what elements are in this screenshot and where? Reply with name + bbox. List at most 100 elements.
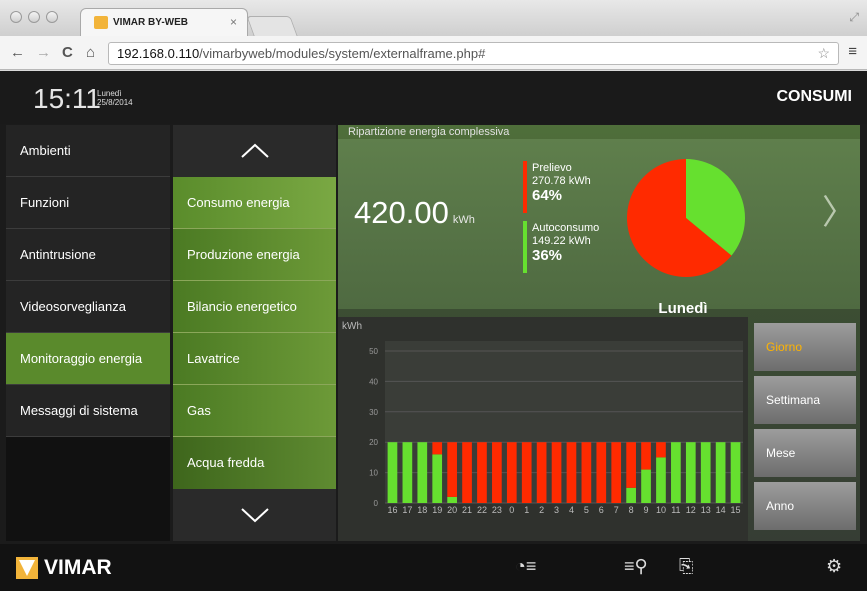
menu-item-ambienti[interactable]: Ambienti [6, 125, 170, 177]
x-tick-label: 0 [509, 505, 514, 515]
bar-prelievo [432, 442, 443, 455]
prelievo-percent: 64% [532, 187, 563, 204]
menu-item-monitoraggio-energia[interactable]: Monitoraggio energia [6, 333, 170, 385]
submenu-item-consumo-energia[interactable]: Consumo energia [173, 177, 336, 229]
bar-prelievo [626, 442, 636, 488]
scroll-down-button[interactable] [173, 489, 336, 541]
settings-gear-icon[interactable]: ⚙ [826, 556, 842, 577]
bar-prelievo [641, 442, 651, 470]
forward-arrow-icon[interactable]: → [36, 44, 51, 61]
x-tick-label: 17 [402, 505, 412, 515]
submenu-item-acqua-fredda[interactable]: Acqua fredda [173, 437, 336, 489]
export-icon[interactable]: ⎘ [679, 556, 693, 577]
x-tick-label: 9 [644, 505, 649, 515]
bar-prelievo [656, 442, 666, 458]
bar-prelievo [462, 442, 472, 503]
section-title: CONSUMI [776, 88, 852, 105]
legend-prelievo: Prelievo 270.78 kWh 64% [523, 161, 623, 213]
window-minimize-button[interactable] [28, 11, 40, 23]
vimar-favicon-icon [94, 16, 108, 29]
menu-item-videosorveglianza[interactable]: Videosorveglianza [6, 281, 170, 333]
x-tick-label: 18 [417, 505, 427, 515]
new-tab-button[interactable] [246, 16, 298, 36]
menu-item-antintrusione[interactable]: Antintrusione [6, 229, 170, 281]
chevron-up-icon [240, 143, 269, 158]
total-value: 420.00 [354, 195, 449, 230]
panel-title: Ripartizione energia complessiva [348, 126, 510, 138]
x-tick-label: 12 [686, 505, 696, 515]
prelievo-value: 270.78 kWh [532, 175, 591, 187]
bar-prelievo [492, 442, 502, 503]
submenu-item-bilancio-energetico[interactable]: Bilancio energetico [173, 281, 336, 333]
bar-prelievo [611, 442, 622, 503]
x-tick-label: 6 [599, 505, 604, 515]
vimar-app: 15:11 Lunedì 25/8/2014 CONSUMI Ambienti … [0, 71, 867, 591]
scroll-up-button[interactable] [173, 125, 336, 177]
period-giorno-button[interactable]: Giorno [754, 323, 856, 371]
period-selector: Giorno Settimana Mese Anno [754, 323, 856, 535]
prelievo-color-bar [523, 161, 527, 213]
home-icon[interactable]: ⌂ [86, 44, 95, 61]
window-close-button[interactable] [10, 11, 22, 23]
bar-autoconsumo [700, 442, 711, 503]
x-tick-label: 22 [477, 505, 487, 515]
period-anno-button[interactable]: Anno [754, 482, 856, 530]
tab-title: VIMAR BY-WEB [113, 17, 188, 28]
next-page-arrow-icon[interactable]: 〉 [822, 185, 856, 234]
submenu-item-produzione-energia[interactable]: Produzione energia [173, 229, 336, 281]
fullscreen-icon[interactable]: ⤢ [849, 10, 859, 25]
address-bar[interactable]: 192.168.0.110/vimarbyweb/modules/system/… [108, 42, 839, 65]
menu-item-funzioni[interactable]: Funzioni [6, 177, 170, 229]
chevron-down-icon [240, 508, 269, 523]
submenu-item-gas[interactable]: Gas [173, 385, 336, 437]
x-tick-label: 3 [554, 505, 559, 515]
bar-prelievo [477, 442, 487, 503]
bar-prelievo [551, 442, 562, 503]
x-tick-label: 13 [701, 505, 711, 515]
search-list-icon[interactable]: ≡⚲ [624, 556, 648, 577]
bookmark-star-icon[interactable]: ☆ [817, 45, 830, 62]
app-footer: VIMAR ◔≡ ≡⚲ ⎘ ⚙ [0, 544, 867, 591]
back-arrow-icon[interactable]: ← [10, 44, 25, 61]
y-tick-label: 0 [374, 499, 379, 508]
hourly-consumption-chart: kWh0102030405016 17 18 19 20 21 22 23 0 1 2 3 4 5 6 7 8 9… [342, 321, 743, 515]
sub-menu: Consumo energia Produzione energia Bilan… [173, 125, 336, 541]
submenu-item-lavatrice[interactable]: Lavatrice [173, 333, 336, 385]
bar-autoconsumo [447, 496, 457, 503]
browser-menu-icon[interactable]: ≡ [848, 43, 857, 60]
period-settimana-button[interactable]: Settimana [754, 376, 856, 424]
window-zoom-button[interactable] [46, 11, 58, 23]
y-tick-label: 40 [369, 377, 378, 386]
period-mese-button[interactable]: Mese [754, 429, 856, 477]
energy-meter-icon[interactable]: ◔≡ [515, 556, 536, 577]
y-tick-label: 30 [369, 408, 378, 417]
bar-prelievo [596, 442, 607, 503]
y-axis-label: kWh [342, 321, 362, 332]
x-tick-label: 23 [492, 505, 502, 515]
browser-tab-strip: VIMAR BY-WEB × ⤢ [0, 0, 867, 36]
x-tick-label: 11 [671, 505, 680, 515]
bar-prelievo [536, 442, 547, 503]
chart-area: kWh 0 10 20 30 40 50 16 17 18 19 20 21 22 23 0 1 2 3 4 5 6 7 8 9… [338, 317, 748, 541]
day-label: Lunedì [658, 300, 708, 317]
tab-close-icon[interactable]: × [230, 15, 237, 29]
bar-autoconsumo [671, 442, 681, 503]
day-date: Lunedì 25/8/2014 [97, 89, 133, 107]
bar-autoconsumo [656, 457, 666, 503]
autoconsumo-value: 149.22 kWh [532, 235, 591, 247]
x-tick-label: 2 [539, 505, 544, 515]
x-tick-label: 15 [731, 505, 741, 515]
y-tick-label: 10 [369, 469, 378, 478]
reload-icon[interactable]: C [62, 44, 73, 61]
app-header: 15:11 Lunedì 25/8/2014 CONSUMI [0, 71, 867, 124]
energy-panel: Ripartizione energia complessiva 420.00 k… [338, 125, 860, 541]
bar-autoconsumo [730, 442, 741, 503]
browser-tab[interactable]: VIMAR BY-WEB × [80, 8, 248, 36]
prelievo-label: Prelievo [532, 162, 572, 174]
x-tick-label: 1 [524, 505, 529, 515]
bar-prelievo [581, 442, 592, 503]
y-tick-label: 50 [369, 347, 378, 356]
x-tick-label: 8 [629, 505, 634, 515]
menu-item-messaggi-di-sistema[interactable]: Messaggi di sistema [6, 385, 170, 437]
x-tick-label: 5 [584, 505, 589, 515]
